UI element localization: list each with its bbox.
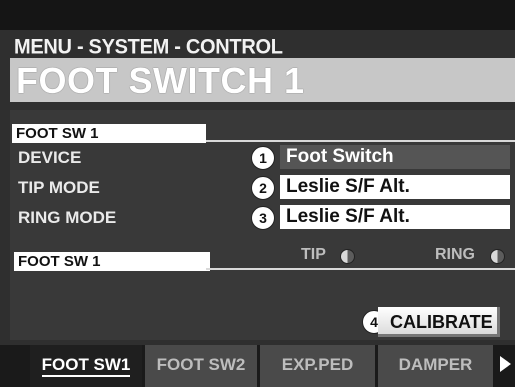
title-bar: FOOT SWITCH 1 <box>10 58 515 102</box>
number-badge-2: 2 <box>251 176 275 200</box>
tab-bar: FOOT SW1 FOOT SW2 EXP.PED DAMPER <box>0 345 515 387</box>
section-divider <box>206 268 515 270</box>
tip-indicator-label: TIP <box>301 246 326 263</box>
tab-foot-sw2[interactable]: FOOT SW2 <box>145 345 257 387</box>
top-band <box>0 0 515 30</box>
device-value[interactable]: Foot Switch <box>280 145 510 169</box>
breadcrumb: MENU - SYSTEM - CONTROL <box>14 35 283 59</box>
tab-damper[interactable]: DAMPER <box>378 345 493 387</box>
section-tag-foot-sw-status: FOOT SW 1 <box>14 252 210 271</box>
calibrate-button[interactable]: CALIBRATE <box>378 307 500 337</box>
page-title: FOOT SWITCH 1 <box>16 60 305 101</box>
ring-mode-label: RING MODE <box>18 208 117 227</box>
screen: MENU - SYSTEM - CONTROL FOOT SWITCH 1 FO… <box>0 0 515 387</box>
section-divider <box>206 140 515 142</box>
ring-indicator-label: RING <box>435 246 475 263</box>
tip-mode-label: TIP MODE <box>18 178 100 197</box>
ring-mode-value[interactable]: Leslie S/F Alt. <box>280 205 510 229</box>
next-page-arrow-icon[interactable] <box>500 356 511 372</box>
tab-label: EXP.PED <box>281 355 354 374</box>
ring-led-icon <box>490 249 505 264</box>
tip-led-icon <box>340 249 355 264</box>
tab-label: FOOT SW1 <box>41 355 131 377</box>
tab-label: FOOT SW2 <box>156 355 246 374</box>
number-badge-1: 1 <box>251 146 275 170</box>
section-tag-foot-sw: FOOT SW 1 <box>12 124 206 143</box>
tab-foot-sw1[interactable]: FOOT SW1 <box>30 345 142 387</box>
tab-exp-ped[interactable]: EXP.PED <box>260 345 375 387</box>
number-badge-3: 3 <box>251 206 275 230</box>
tip-mode-value[interactable]: Leslie S/F Alt. <box>280 175 510 199</box>
device-label: DEVICE <box>18 148 82 167</box>
tab-label: DAMPER <box>398 355 473 374</box>
